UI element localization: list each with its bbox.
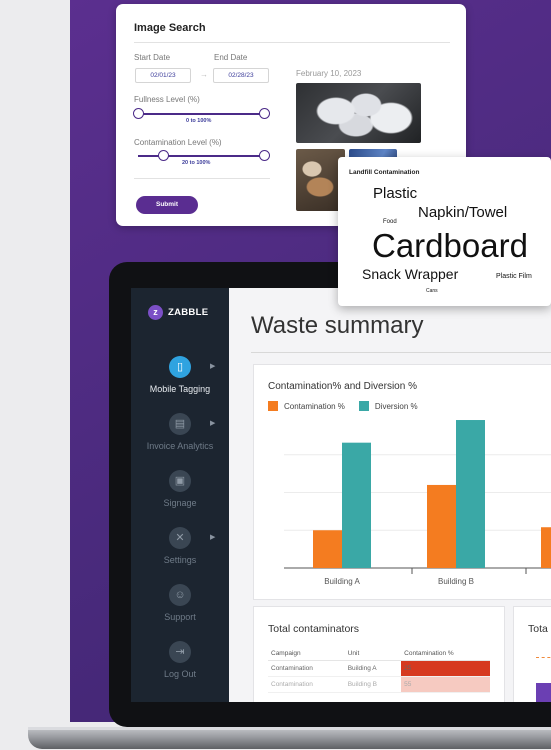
column-header[interactable]: Campaign xyxy=(268,647,345,661)
zabble-logo: z ZABBLE xyxy=(148,305,208,320)
sidebar: z ZABBLE ▯ ▶ Mobile Tagging ▤ ▶ Invoice … xyxy=(131,288,229,702)
fullness-range-value: 0 to 100% xyxy=(186,118,212,124)
sidebar-item-label: Settings xyxy=(163,555,197,565)
contamination-value-cell: 55 xyxy=(401,676,490,693)
word-cloud-word: Food xyxy=(383,219,397,225)
word-cloud-word: Snack Wrapper xyxy=(362,266,459,282)
logout-icon: ⇥ xyxy=(169,641,191,663)
photo-date: February 10, 2023 xyxy=(296,69,362,78)
contaminators-table: Campaign Unit Contamination % Contaminat… xyxy=(268,647,490,693)
unit-cell: Building B xyxy=(344,676,402,693)
total-contaminators-title: Total contaminators xyxy=(268,623,360,635)
word-cloud-word: Plastic xyxy=(373,185,418,202)
caret-right-icon: ▶ xyxy=(210,534,216,541)
trash-photo[interactable] xyxy=(296,83,421,143)
laptop-base-edge xyxy=(28,727,551,730)
submit-button[interactable]: Submit xyxy=(136,196,198,214)
image-search-title: Image Search xyxy=(134,22,206,34)
sidebar-item-invoice-analytics[interactable]: ▤ ▶ Invoice Analytics xyxy=(131,413,229,451)
tools-icon: ✕ xyxy=(169,527,191,549)
support-icon: ☺ xyxy=(169,584,191,606)
total-contaminators-panel: Total contaminators Campaign Unit Contam… xyxy=(253,606,505,702)
bar-chart: Building ABuilding BB xyxy=(284,420,551,586)
divider xyxy=(134,42,450,43)
sidebar-item-label: Mobile Tagging xyxy=(149,384,211,394)
fullness-label: Fullness Level (%) xyxy=(134,95,200,104)
caret-right-icon: ▶ xyxy=(210,420,216,427)
column-header[interactable]: Contamination % xyxy=(401,647,490,661)
bar xyxy=(456,420,485,568)
table-row[interactable]: Contamination Building A 25 xyxy=(268,660,490,677)
sidebar-item-log-out[interactable]: ⇥ Log Out xyxy=(131,641,229,679)
contamination-level-label: Contamination Level (%) xyxy=(134,138,222,147)
start-date-label: Start Date xyxy=(134,53,171,62)
page-title: Waste summary xyxy=(251,312,424,339)
fullness-slider-track xyxy=(138,113,264,115)
brand-name: ZABBLE xyxy=(168,307,209,318)
laptop-base xyxy=(28,727,551,749)
end-date-input[interactable]: 02/28/23 xyxy=(213,68,269,83)
column-header[interactable]: Unit xyxy=(344,647,402,661)
bar xyxy=(313,530,342,568)
divider xyxy=(251,352,551,353)
dashed-line xyxy=(536,657,551,658)
sidebar-item-settings[interactable]: ✕ ▶ Settings xyxy=(131,527,229,565)
divider xyxy=(134,178,270,179)
laptop-screen: z ZABBLE ▯ ▶ Mobile Tagging ▤ ▶ Invoice … xyxy=(131,288,551,702)
word-cloud-word: Plastic Film xyxy=(496,273,532,280)
sidebar-item-label: Log Out xyxy=(163,669,197,679)
bar xyxy=(536,683,551,702)
table-row[interactable]: Contamination Building B 55 xyxy=(268,676,490,693)
zabble-logo-icon: z xyxy=(148,305,163,320)
invoice-icon: ▤ xyxy=(169,413,191,435)
word-cloud-title: Landfill Contamination xyxy=(349,169,420,176)
arrow-right-icon: → xyxy=(200,70,208,79)
word-cloud-word: Cardboard xyxy=(372,227,528,264)
fullness-min-handle[interactable] xyxy=(132,108,144,119)
bar xyxy=(427,484,456,568)
sidebar-item-support[interactable]: ☺ Support xyxy=(131,584,229,622)
start-date-input[interactable]: 02/01/23 xyxy=(135,68,191,83)
caret-right-icon: ▶ xyxy=(210,363,216,370)
total-panel-title: Tota xyxy=(528,623,548,635)
word-cloud-word: Cans xyxy=(426,288,438,294)
bar xyxy=(541,527,551,568)
end-date-label: End Date xyxy=(214,53,248,62)
contamination-max-handle[interactable] xyxy=(258,150,270,161)
landfill-contamination-word-cloud: Landfill Contamination Plastic Napkin/To… xyxy=(338,157,551,306)
fullness-max-handle[interactable] xyxy=(258,108,270,119)
sidebar-item-label: Invoice Analytics xyxy=(146,441,214,451)
campaign-cell: Contamination xyxy=(268,676,345,693)
x-tick-label: Building A xyxy=(324,577,360,586)
contamination-min-handle[interactable] xyxy=(157,150,169,161)
table-header-row: Campaign Unit Contamination % xyxy=(268,647,490,661)
word-cloud-word: Napkin/Towel xyxy=(418,204,508,221)
sidebar-item-label: Signage xyxy=(163,498,197,508)
x-tick-label: Building B xyxy=(438,577,474,586)
sidebar-item-label: Support xyxy=(164,612,196,622)
contamination-diversion-chart-panel: Contamination% and Diversion % Contamina… xyxy=(253,364,551,600)
total-panel: Tota xyxy=(513,606,551,702)
bar xyxy=(342,442,371,568)
signage-icon: ▣ xyxy=(169,470,191,492)
campaign-cell: Contamination xyxy=(268,660,345,677)
sidebar-item-signage[interactable]: ▣ Signage xyxy=(131,470,229,508)
contamination-value-cell: 25 xyxy=(401,660,490,677)
sidebar-item-mobile-tagging[interactable]: ▯ ▶ Mobile Tagging xyxy=(131,356,229,394)
contamination-slider-track xyxy=(138,155,264,157)
unit-cell: Building A xyxy=(344,660,402,677)
mobile-icon: ▯ xyxy=(169,356,191,378)
contamination-range-value: 20 to 100% xyxy=(182,160,211,166)
